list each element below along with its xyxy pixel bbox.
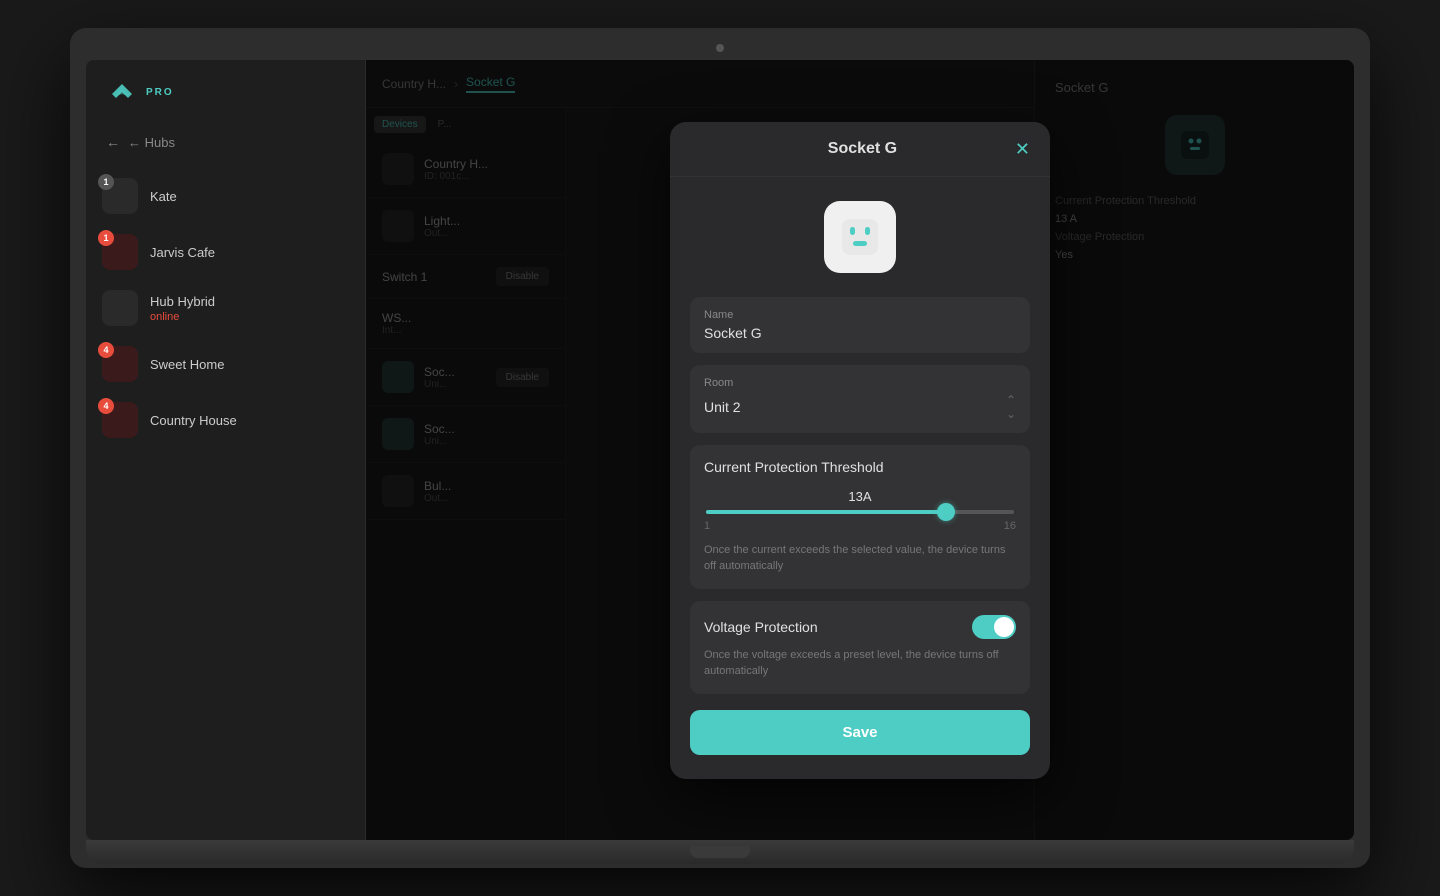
hub-avatar-kate: 1 [102,178,138,214]
hub-name-jarvis: Jarvis Cafe [150,245,349,260]
room-field[interactable]: Room Unit 2 ⌃⌄ [690,365,1030,433]
modal-close-button[interactable]: ✕ [1015,140,1030,158]
toggle-thumb [994,617,1014,637]
back-arrow-icon: ← [106,134,120,150]
voltage-desc: Once the voltage exceeds a preset level,… [704,647,1016,680]
sidebar-logo: PRO [86,60,365,124]
main-content: Country H... › Socket G • Nattybook 11 ⇄… [366,60,1354,840]
hub-item-hybrid[interactable]: Hub Hybrid online [86,280,365,336]
modal-backdrop: Socket G ✕ [366,60,1354,840]
hub-item-jarvis[interactable]: 1 Jarvis Cafe [86,224,365,280]
modal-dialog: Socket G ✕ [670,122,1050,779]
hub-name-country: Country House [150,413,349,428]
hub-badge-kate: 1 [98,174,114,190]
current-protection-desc: Once the current exceeds the selected va… [704,542,1016,575]
hub-avatar-sweet: 4 [102,346,138,382]
socket-icon-wrap [690,201,1030,273]
slider-container[interactable] [704,510,1016,514]
room-chevron-icon: ⌃⌄ [1006,393,1016,421]
voltage-title: Voltage Protection [704,619,818,635]
slider-max-label: 16 [1004,520,1016,532]
hub-badge-jarvis: 1 [98,230,114,246]
hub-list: 1 Kate 1 Jarvis Cafe [86,160,365,840]
name-field: Name Socket G [690,297,1030,353]
hub-avatar-country: 4 [102,402,138,438]
socket-icon [824,201,896,273]
modal-header: Socket G ✕ [670,122,1050,177]
app-title-label: PRO [146,87,174,98]
slider-value-label: 13A [704,489,1016,504]
hub-name-hybrid: Hub Hybrid [150,294,349,309]
hub-item-country[interactable]: 4 Country House [86,392,365,448]
slider-min-label: 1 [704,520,710,532]
hub-item-sweet[interactable]: 4 Sweet Home [86,336,365,392]
save-button[interactable]: Save [690,710,1030,755]
app-container: PRO ← ← Hubs 1 Kate [86,60,1354,840]
hub-avatar-hybrid [102,290,138,326]
laptop-screen: PRO ← ← Hubs 1 Kate [86,60,1354,840]
current-protection-title: Current Protection Threshold [704,459,1016,475]
hub-name-sweet: Sweet Home [150,357,349,372]
name-value: Socket G [704,325,1016,341]
laptop-notch [690,846,750,858]
slider-labels: 1 16 [704,520,1016,532]
hub-item-kate[interactable]: 1 Kate [86,168,365,224]
slider-thumb[interactable] [937,503,955,521]
slider-track [706,510,1014,514]
name-label: Name [704,309,1016,321]
socket-illustration [836,213,884,261]
modal-title: Socket G [828,140,897,158]
room-value: Unit 2 [704,399,741,415]
hub-name-kate: Kate [150,189,349,204]
hub-avatar-jarvis: 1 [102,234,138,270]
laptop-base [86,840,1354,864]
sidebar: PRO ← ← Hubs 1 Kate [86,60,366,840]
back-label: ← Hubs [128,135,175,150]
room-label: Room [704,377,1016,389]
slider-fill [706,510,946,514]
logo-icon [106,80,138,104]
hub-badge-sweet: 4 [98,342,114,358]
voltage-protection-section: Voltage Protection Once the voltage exce… [690,601,1030,694]
modal-body: Name Socket G Room Unit 2 ⌃⌄ [670,177,1050,779]
current-protection-section: Current Protection Threshold 13A [690,445,1030,589]
voltage-toggle[interactable] [972,615,1016,639]
hub-badge-country: 4 [98,398,114,414]
laptop-shell: PRO ← ← Hubs 1 Kate [70,28,1370,868]
back-button[interactable]: ← ← Hubs [86,124,365,160]
hub-status-hybrid: online [150,311,349,323]
